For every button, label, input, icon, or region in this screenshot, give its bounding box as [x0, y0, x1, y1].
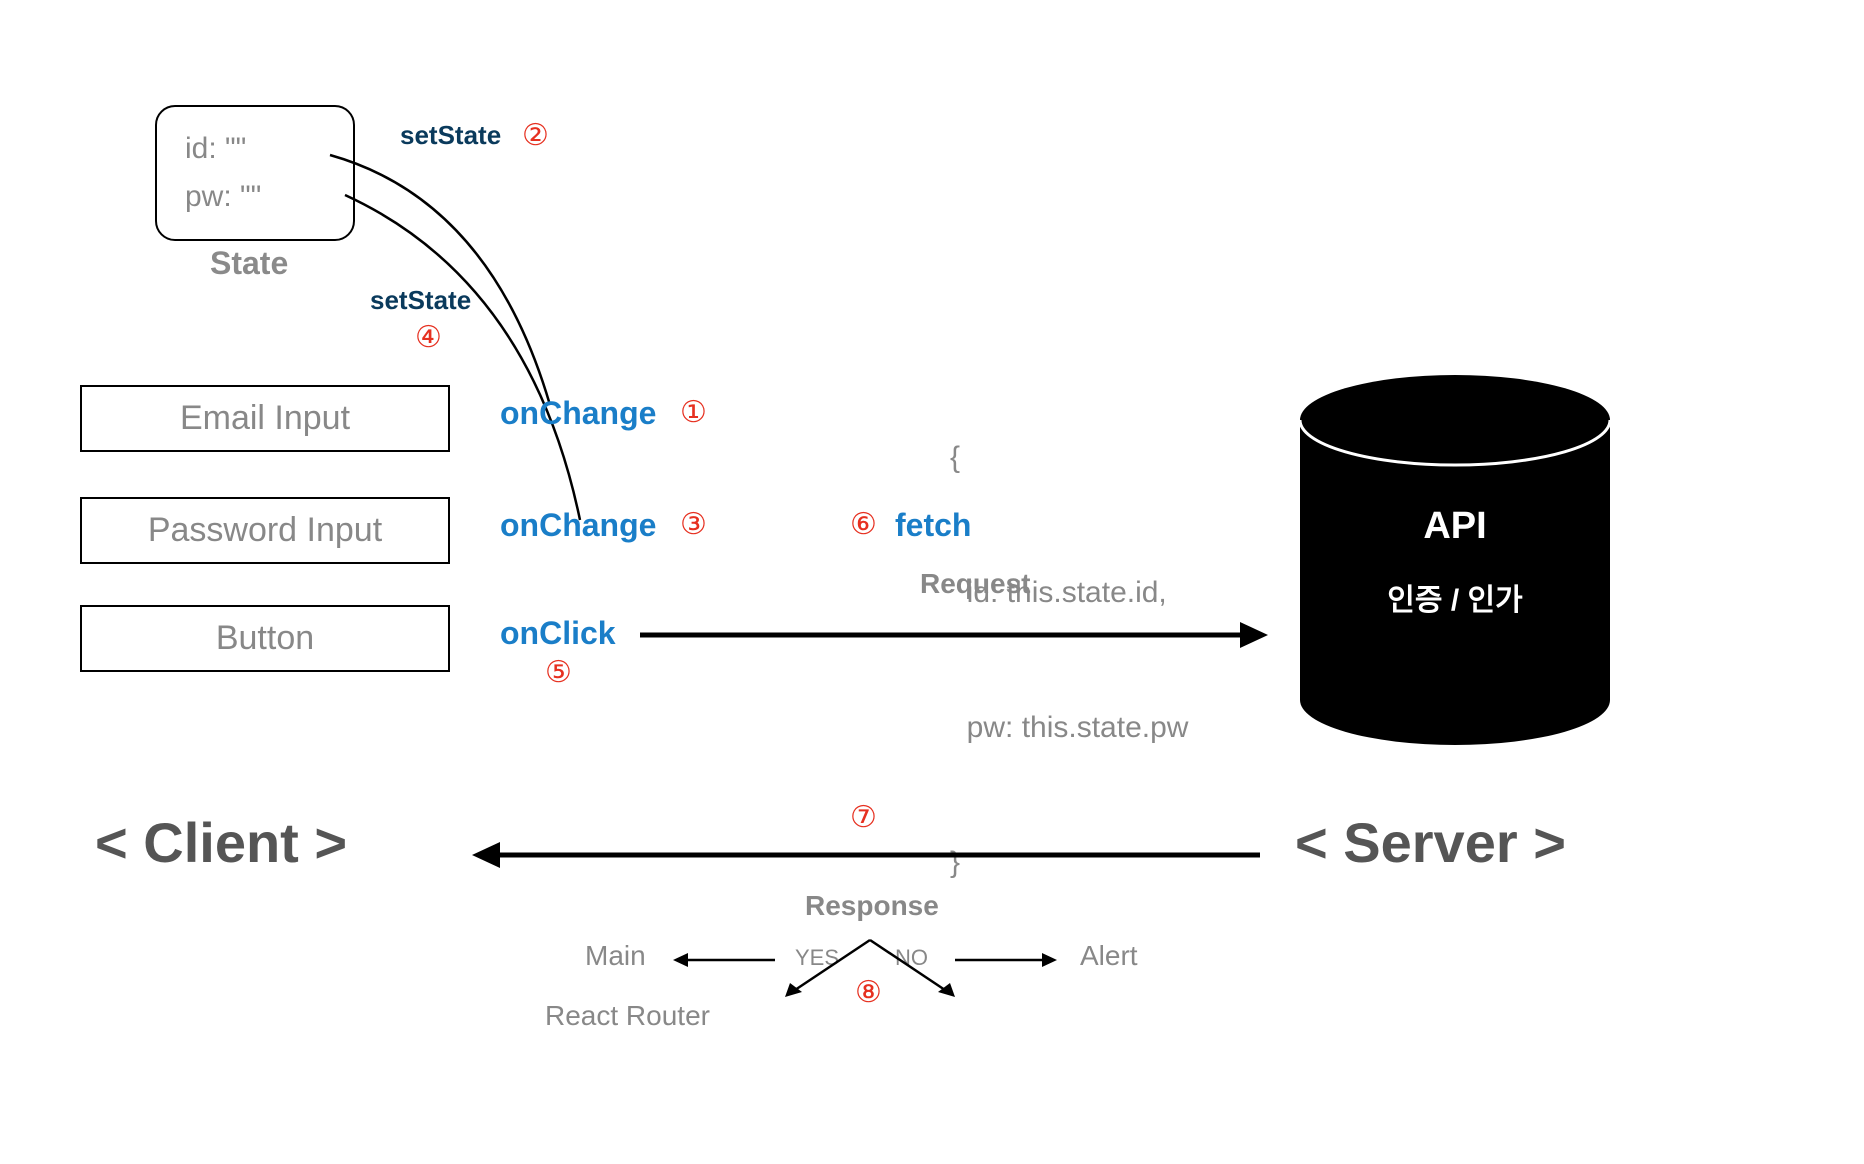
setstate-label-4: setState: [370, 285, 471, 316]
button-box: Button: [80, 605, 450, 672]
state-id-line: id: "": [185, 125, 325, 173]
setstate-label-2: setState: [400, 120, 501, 151]
state-box: id: "" pw: "": [155, 105, 355, 241]
step-number-5: ⑤: [545, 655, 572, 690]
database-subtitle: 인증 / 인가: [1295, 575, 1615, 619]
step-number-6: ⑥: [850, 507, 877, 542]
payload-block: { id: this.state.id, pw: this.state.pw }: [950, 345, 1188, 975]
onclick-handler: onClick: [500, 615, 616, 652]
fetch-label: fetch: [895, 507, 971, 544]
onchange-handler-1: onChange: [500, 395, 656, 432]
client-header: < Client >: [95, 810, 347, 875]
onchange-handler-3: onChange: [500, 507, 656, 544]
state-label: State: [210, 245, 288, 282]
state-id-value: "": [225, 132, 246, 165]
step-number-3: ③: [680, 507, 707, 542]
payload-open: {: [950, 435, 1188, 480]
request-label: Request: [920, 568, 1030, 600]
state-pw-key: pw:: [185, 180, 232, 213]
state-pw-value: "": [240, 180, 261, 213]
response-router: React Router: [545, 1000, 710, 1032]
response-alert: Alert: [1080, 940, 1138, 972]
server-header: < Server >: [1295, 810, 1566, 875]
response-main: Main: [585, 940, 646, 972]
response-arrow: [470, 830, 1260, 880]
main-arrow: [670, 945, 780, 975]
payload-line2: pw: this.state.pw: [950, 705, 1188, 750]
curve-onchange1-to-state: [330, 155, 550, 405]
email-input-box: Email Input: [80, 385, 450, 452]
database-title: API: [1295, 505, 1615, 548]
step-number-8: ⑧: [855, 975, 882, 1010]
response-label: Response: [805, 890, 939, 922]
step-number-2: ②: [522, 118, 549, 153]
state-id-key: id:: [185, 132, 217, 165]
state-pw-line: pw: "": [185, 173, 325, 221]
password-input-box: Password Input: [80, 497, 450, 564]
step-number-1: ①: [680, 395, 707, 430]
step-number-4: ④: [415, 320, 442, 355]
curve-onchange3-to-state: [345, 195, 580, 520]
alert-arrow: [950, 945, 1060, 975]
request-arrow: [640, 610, 1270, 660]
database-icon: [1295, 375, 1615, 745]
